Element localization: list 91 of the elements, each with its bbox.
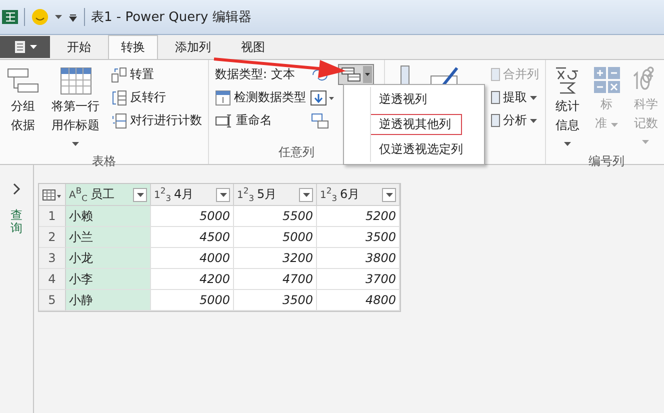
table-cell: 3200 bbox=[234, 248, 317, 269]
table-cell: 5000 bbox=[151, 290, 234, 311]
table-cell: 3500 bbox=[317, 227, 400, 248]
column-filter-button[interactable] bbox=[133, 188, 147, 202]
table-cell: 3700 bbox=[317, 269, 400, 290]
smiley-icon[interactable] bbox=[31, 8, 49, 26]
expand-chevron-icon[interactable] bbox=[12, 183, 20, 195]
unpivot-split-button[interactable] bbox=[338, 64, 374, 85]
ribbon-tab[interactable]: 添加列 bbox=[162, 35, 224, 59]
table-cell: 3800 bbox=[317, 248, 400, 269]
group-label: 编号列 bbox=[588, 153, 624, 170]
caret-icon bbox=[386, 192, 392, 196]
table-cell: 4200 bbox=[151, 269, 234, 290]
caret-icon bbox=[530, 96, 537, 100]
ribbon-button[interactable]: 转置 bbox=[109, 64, 204, 85]
ribbon-tab[interactable]: 转换 bbox=[108, 35, 158, 59]
column-icon bbox=[491, 68, 500, 81]
ribbon-button[interactable]: 检测数据类型 bbox=[213, 87, 308, 108]
caret-icon bbox=[220, 192, 226, 196]
count-rows-icon bbox=[111, 112, 127, 128]
row-number: 4 bbox=[39, 269, 66, 290]
ribbon-button[interactable]: 对行进行计数 bbox=[109, 110, 204, 131]
caret-icon bbox=[530, 118, 537, 122]
ribbon-button[interactable]: 提取 bbox=[489, 87, 541, 108]
column-header[interactable]: 1$^{2}$$_{3}$ 4月 bbox=[151, 184, 234, 206]
ribbon-button[interactable]: 统计 信息 bbox=[550, 64, 584, 153]
ribbon-button[interactable]: 重命名 bbox=[213, 110, 308, 131]
row-number: 3 bbox=[39, 248, 66, 269]
table-cell: 4800 bbox=[317, 290, 400, 311]
table-cell: 3500 bbox=[234, 290, 317, 311]
caret-icon bbox=[642, 140, 650, 144]
column-header[interactable]: A$^{B}$$_{C}$ 员工 bbox=[66, 184, 151, 206]
table-cell: 小李 bbox=[66, 269, 151, 290]
row-number: 5 bbox=[39, 290, 66, 311]
column-name: 5月 bbox=[257, 186, 278, 203]
ribbon-button[interactable]: 反转行 bbox=[109, 87, 204, 108]
queries-pane-label[interactable]: 查询 bbox=[10, 209, 22, 236]
caret-icon bbox=[55, 15, 62, 19]
row-number: 1 bbox=[39, 206, 66, 227]
document-icon bbox=[14, 41, 26, 53]
table-cell: 4000 bbox=[151, 248, 234, 269]
group-label: 表格 bbox=[92, 153, 116, 170]
column-header[interactable]: 1$^{2}$$_{3}$ 5月 bbox=[234, 184, 317, 206]
caret-icon bbox=[302, 192, 310, 196]
table-icon bbox=[60, 66, 92, 96]
menu-item[interactable]: 仅逆透视选定列 bbox=[370, 139, 462, 160]
menu-item[interactable]: 逆透视其他列 bbox=[370, 114, 462, 135]
ribbon-button[interactable]: 分析 bbox=[489, 110, 541, 131]
caret-icon bbox=[610, 123, 618, 127]
table-menu-button[interactable] bbox=[39, 184, 66, 206]
table-cell: 小赖 bbox=[66, 206, 151, 227]
column-icon bbox=[491, 114, 500, 127]
table-cell: 5000 bbox=[151, 206, 234, 227]
caret-icon bbox=[136, 192, 144, 196]
window-title: 表1 - Power Query 编辑器 bbox=[91, 9, 252, 26]
column-icon bbox=[491, 91, 500, 104]
ribbon-button[interactable]: 分组 依据 bbox=[4, 64, 42, 153]
table-cell: 5000 bbox=[234, 227, 317, 248]
operators-icon bbox=[592, 66, 620, 94]
table-cell: 4700 bbox=[234, 269, 317, 290]
table-cell: 5200 bbox=[317, 206, 400, 227]
ribbon-tab[interactable]: 视图 bbox=[228, 35, 278, 59]
ribbon-button[interactable]: 数据类型: 文本 bbox=[213, 64, 308, 85]
column-filter-button[interactable] bbox=[382, 188, 396, 202]
rename-icon bbox=[215, 112, 233, 128]
column-name: 员工 bbox=[90, 186, 116, 203]
file-menu-button[interactable] bbox=[0, 36, 50, 58]
caret-icon bbox=[30, 45, 36, 49]
table-cell: 小兰 bbox=[66, 227, 151, 248]
column-name: 4月 bbox=[174, 186, 195, 203]
caret-icon bbox=[72, 142, 79, 146]
menu-item[interactable]: 逆透视列 bbox=[370, 89, 462, 110]
table-cell: 小龙 bbox=[66, 248, 151, 269]
customize-toolbar-icon[interactable] bbox=[68, 12, 78, 22]
detect-type-icon bbox=[215, 90, 231, 106]
ribbon-tab[interactable]: 开始 bbox=[54, 35, 104, 59]
table-cell: 4500 bbox=[151, 227, 234, 248]
table-cell: 小静 bbox=[66, 290, 151, 311]
column-filter-button[interactable] bbox=[299, 188, 313, 202]
column-filter-button[interactable] bbox=[216, 188, 230, 202]
group-label: 任意列 bbox=[278, 144, 314, 161]
ribbon-button[interactable]: 将第一行 用作标题 bbox=[48, 64, 103, 153]
column-name: 6月 bbox=[340, 186, 361, 203]
table-cell: 5500 bbox=[234, 206, 317, 227]
spreadsheet-icon bbox=[2, 9, 18, 25]
transpose-icon bbox=[111, 66, 127, 82]
row-number: 2 bbox=[39, 227, 66, 248]
table-icon bbox=[42, 188, 62, 200]
caret-icon bbox=[564, 142, 571, 146]
column-header[interactable]: 1$^{2}$$_{3}$ 6月 bbox=[317, 184, 400, 206]
reverse-rows-icon bbox=[111, 90, 127, 106]
